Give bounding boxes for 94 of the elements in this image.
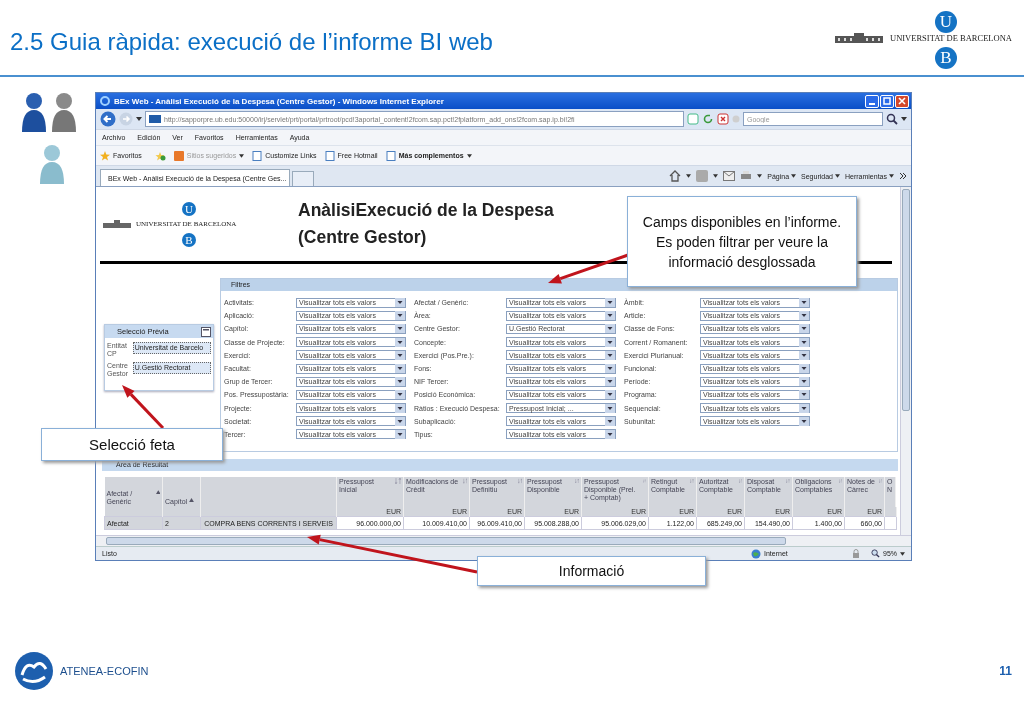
dropdown-arrow-icon <box>799 364 809 374</box>
person-icon <box>20 92 48 134</box>
building-icon <box>102 220 132 228</box>
dropdown-arrow-icon <box>395 311 405 321</box>
sort-icon <box>462 478 467 484</box>
logo-letter: B <box>182 233 196 247</box>
callout: Informació <box>477 556 706 586</box>
dropdown-arrow-icon <box>799 298 809 308</box>
caret-icon <box>791 174 797 178</box>
globe-icon <box>751 548 761 559</box>
dropdown-arrow-icon <box>605 390 615 400</box>
suggested-sites-icon <box>173 150 184 161</box>
dropdown-arrow-icon <box>395 324 405 334</box>
dropdown-arrow-icon <box>395 364 405 374</box>
dropdown-arrow-icon <box>605 350 615 360</box>
close-button[interactable] <box>895 94 909 108</box>
person-icon <box>50 92 78 134</box>
caret-icon <box>835 174 840 178</box>
search-engine-icon <box>732 115 740 123</box>
home-icon[interactable] <box>669 170 682 182</box>
arrow <box>122 385 165 430</box>
brand-name: ATENEA-ECOFIN <box>60 665 149 677</box>
dropdown-arrow-icon <box>605 337 615 347</box>
caret-icon[interactable] <box>686 174 692 178</box>
dropdown-arrow-icon <box>395 403 405 413</box>
maximize-icon <box>882 96 892 106</box>
caret-icon[interactable] <box>136 117 142 121</box>
maximize-button[interactable] <box>880 94 894 108</box>
slide-title: 2.5 Guia ràpida: execució de l’informe BI web <box>10 27 493 56</box>
mail-icon[interactable] <box>723 171 736 181</box>
dropdown-arrow-icon <box>395 377 405 387</box>
dropdown-arrow-icon <box>799 311 809 321</box>
dropdown-arrow-icon <box>605 416 615 426</box>
dropdown-arrow-icon <box>799 324 809 334</box>
dropdown-arrow-icon <box>799 337 809 347</box>
caret-icon <box>466 153 472 158</box>
print-icon[interactable] <box>740 170 753 182</box>
dropdown-arrow-icon <box>395 416 405 426</box>
dropdown-arrow-icon <box>605 364 615 374</box>
dropdown-arrow-icon <box>395 350 405 360</box>
logo-letter: U <box>935 10 957 33</box>
dropdown-arrow-icon <box>605 403 615 413</box>
caret-icon[interactable] <box>901 117 907 121</box>
browser-icon <box>100 96 110 106</box>
dropdown-arrow-icon <box>395 429 405 439</box>
star-icon <box>100 150 110 161</box>
university-name: UNIVERSITAT DE BARCELONA <box>890 32 1012 43</box>
back-icon[interactable] <box>100 111 116 127</box>
caret-icon[interactable] <box>757 174 763 178</box>
page-number: 11 <box>999 664 1012 678</box>
dropdown-arrow-icon <box>395 337 405 347</box>
minimize-button[interactable] <box>865 94 879 108</box>
dropdown-arrow-icon <box>395 298 405 308</box>
stop-icon[interactable] <box>717 113 729 125</box>
dropdown-arrow-icon <box>799 350 809 360</box>
dropdown-arrow-icon <box>799 390 809 400</box>
scrollbar[interactable] <box>900 187 911 535</box>
logo-letter: U <box>182 202 196 216</box>
close-icon <box>897 96 907 106</box>
dropdown-arrow-icon <box>605 311 615 321</box>
dropdown-arrow-icon <box>395 390 405 400</box>
search-icon[interactable] <box>886 113 898 125</box>
dropdown-arrow-icon <box>605 429 615 439</box>
sort-icon <box>395 478 401 484</box>
logo-letter: B <box>935 46 957 69</box>
sort-ascending-icon <box>155 490 160 494</box>
callout: Camps disponibles en l’informe. Es poden filtrar per veure la informació desglossada <box>627 196 857 287</box>
sort-icon <box>517 478 522 484</box>
report-title: AnàlisiExecució de la Despesa <box>298 199 554 222</box>
atenea-logo-icon <box>14 651 54 691</box>
report-title: (Centre Gestor) <box>298 226 428 249</box>
minimize-icon <box>869 102 875 105</box>
caret-icon[interactable] <box>713 174 719 178</box>
window-title: BEx Web - Anàlisi Execució de la Despesa (Centre Gestor) - Windows Internet Explorer <box>114 96 445 106</box>
site-icon <box>149 115 161 123</box>
caret-icon <box>889 174 894 178</box>
dropdown-arrow-icon <box>605 377 615 387</box>
dropdown-arrow-icon <box>605 298 615 308</box>
caret-icon <box>239 153 245 158</box>
callout: Selecció feta <box>41 428 223 461</box>
collapse-icon[interactable] <box>201 326 211 337</box>
dropdown-arrow-icon <box>799 377 809 387</box>
double-chevron-icon[interactable] <box>899 172 907 180</box>
dropdown-arrow-icon <box>605 324 615 334</box>
building-icon <box>834 31 884 44</box>
add-favorite-icon[interactable] <box>153 150 166 161</box>
dropdown-arrow-icon <box>799 403 809 413</box>
scrollbar[interactable] <box>96 535 911 546</box>
person-icon <box>38 144 66 186</box>
caret-icon <box>900 551 905 556</box>
magnifier-icon <box>871 549 880 558</box>
dropdown-arrow-icon <box>799 416 809 426</box>
sort-ascending-icon <box>189 498 195 502</box>
refresh-icon[interactable] <box>702 113 714 125</box>
